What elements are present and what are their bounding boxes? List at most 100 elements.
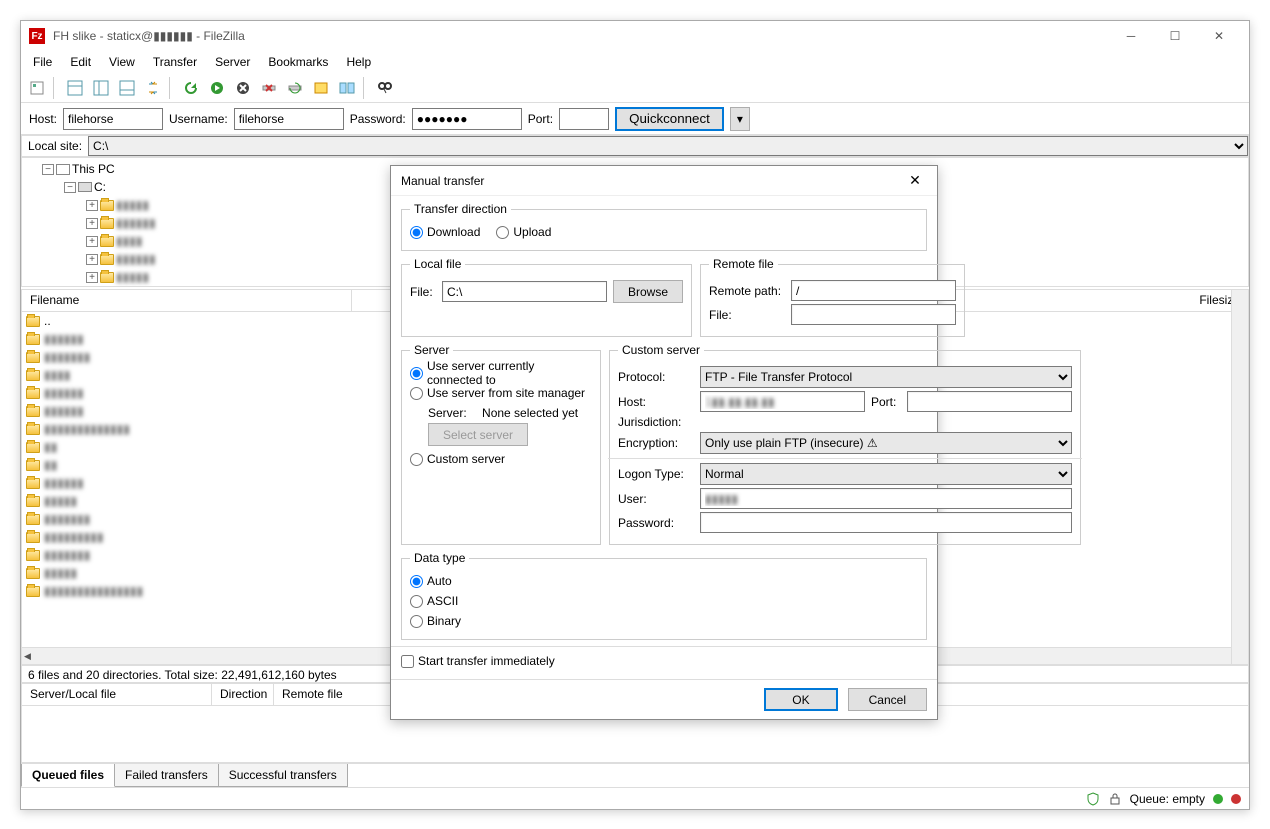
window-title: FH slike - staticx@▮▮▮▮▮▮ - FileZilla — [53, 29, 1109, 43]
expand-icon[interactable]: − — [42, 164, 54, 175]
custom-port-input[interactable] — [907, 391, 1072, 412]
custom-host-input[interactable] — [700, 391, 865, 412]
expand-icon[interactable]: + — [86, 236, 98, 247]
select-server-button[interactable]: Select server — [428, 423, 528, 446]
vertical-scrollbar[interactable] — [1231, 290, 1248, 664]
compare-icon[interactable] — [335, 76, 359, 100]
titlebar: Fz FH slike - staticx@▮▮▮▮▮▮ - FileZilla… — [21, 21, 1249, 51]
folder-icon — [26, 514, 40, 525]
tab-queued[interactable]: Queued files — [21, 764, 115, 787]
encryption-select[interactable]: Only use plain FTP (insecure) ⚠ — [700, 432, 1072, 454]
radio-auto[interactable]: Auto — [410, 571, 918, 591]
menu-transfer[interactable]: Transfer — [145, 53, 205, 71]
protocol-select[interactable]: FTP - File Transfer Protocol — [700, 366, 1072, 388]
custom-user-input[interactable] — [700, 488, 1072, 509]
expand-icon[interactable]: + — [86, 218, 98, 229]
dialog-buttons: OK Cancel — [391, 680, 937, 719]
menu-edit[interactable]: Edit — [62, 53, 99, 71]
radio-download[interactable]: Download — [410, 222, 480, 242]
local-site-label: Local site: — [22, 139, 88, 153]
sitemanager-icon[interactable] — [25, 76, 49, 100]
menu-help[interactable]: Help — [338, 53, 379, 71]
remote-path-label: Remote path: — [709, 284, 785, 298]
process-queue-icon[interactable] — [205, 76, 229, 100]
password-label: Password: — [350, 112, 406, 126]
menubar: File Edit View Transfer Server Bookmarks… — [21, 51, 1249, 73]
folder-icon — [26, 424, 40, 435]
start-immediately-checkbox[interactable]: Start transfer immediately — [401, 651, 927, 671]
manual-transfer-dialog: Manual transfer ✕ Transfer direction Dow… — [390, 165, 938, 720]
username-input[interactable] — [234, 108, 344, 130]
minimize-button[interactable]: ─ — [1109, 21, 1153, 51]
tree-node[interactable]: C: — [94, 180, 106, 194]
port-input[interactable] — [559, 108, 609, 130]
ok-button[interactable]: OK — [764, 688, 837, 711]
port-label: Port: — [528, 112, 553, 126]
sync-browse-icon[interactable] — [141, 76, 165, 100]
pc-icon — [56, 164, 70, 175]
col-filename[interactable]: Filename — [22, 290, 352, 311]
remote-file-input[interactable] — [791, 304, 956, 325]
expand-icon[interactable]: + — [86, 254, 98, 265]
menu-server[interactable]: Server — [207, 53, 258, 71]
radio-upload[interactable]: Upload — [496, 222, 551, 242]
radio-server-site[interactable]: Use server from site manager — [410, 383, 592, 403]
filter-icon[interactable] — [309, 76, 333, 100]
cancel-button[interactable]: Cancel — [848, 688, 927, 711]
menu-file[interactable]: File — [25, 53, 60, 71]
menu-bookmarks[interactable]: Bookmarks — [260, 53, 336, 71]
maximize-button[interactable]: ☐ — [1153, 21, 1197, 51]
col-direction[interactable]: Direction — [212, 684, 274, 705]
radio-binary[interactable]: Binary — [410, 611, 918, 631]
remote-file-label: File: — [709, 308, 785, 322]
tree-node[interactable]: This PC — [72, 162, 115, 176]
folder-icon — [26, 532, 40, 543]
radio-server-current[interactable]: Use server currently connected to — [410, 363, 592, 383]
remote-file-group: Remote file Remote path: File: — [700, 257, 965, 337]
folder-icon — [26, 460, 40, 471]
folder-icon — [26, 370, 40, 381]
quickconnect-button[interactable]: Quickconnect — [615, 107, 724, 131]
refresh-icon[interactable] — [179, 76, 203, 100]
local-file-group: Local file File: Browse — [401, 257, 692, 337]
radio-server-custom[interactable]: Custom server — [410, 449, 592, 469]
folder-icon — [26, 388, 40, 399]
reconnect-icon[interactable] — [283, 76, 307, 100]
disconnect-icon[interactable] — [257, 76, 281, 100]
tab-failed[interactable]: Failed transfers — [114, 764, 219, 787]
host-label: Host: — [29, 112, 57, 126]
host-input[interactable] — [63, 108, 163, 130]
folder-icon — [26, 550, 40, 561]
custom-pass-input[interactable] — [700, 512, 1072, 533]
quickconnect-dropdown[interactable]: ▾ — [730, 107, 750, 131]
cancel-icon[interactable] — [231, 76, 255, 100]
statusbar: Queue: empty — [21, 787, 1249, 809]
browse-button[interactable]: Browse — [613, 280, 683, 303]
expand-icon[interactable]: + — [86, 272, 98, 283]
col-server-local[interactable]: Server/Local file — [22, 684, 212, 705]
queue-tabs: Queued files Failed transfers Successful… — [21, 763, 1249, 787]
toggle-tree-icon[interactable] — [89, 76, 113, 100]
lock-icon — [1108, 792, 1122, 806]
close-button[interactable]: ✕ — [1197, 21, 1241, 51]
remote-path-input[interactable] — [791, 280, 956, 301]
search-icon[interactable] — [373, 76, 397, 100]
menu-view[interactable]: View — [101, 53, 143, 71]
toggle-queue-icon[interactable] — [115, 76, 139, 100]
toggle-log-icon[interactable] — [63, 76, 87, 100]
folder-icon — [100, 218, 114, 229]
local-file-input[interactable] — [442, 281, 607, 302]
expand-icon[interactable]: − — [64, 182, 76, 193]
local-site-select[interactable]: C:\ — [88, 136, 1248, 156]
tab-successful[interactable]: Successful transfers — [218, 764, 348, 787]
folder-icon — [26, 496, 40, 507]
logon-type-select[interactable]: Normal — [700, 463, 1072, 485]
radio-ascii[interactable]: ASCII — [410, 591, 918, 611]
expand-icon[interactable]: + — [86, 200, 98, 211]
toolbar — [21, 73, 1249, 103]
password-input[interactable] — [412, 108, 522, 130]
drive-icon — [78, 182, 92, 192]
server-group: Server Use server currently connected to… — [401, 343, 601, 545]
transfer-direction-group: Transfer direction Download Upload — [401, 202, 927, 251]
dialog-close-button[interactable]: ✕ — [903, 172, 927, 189]
